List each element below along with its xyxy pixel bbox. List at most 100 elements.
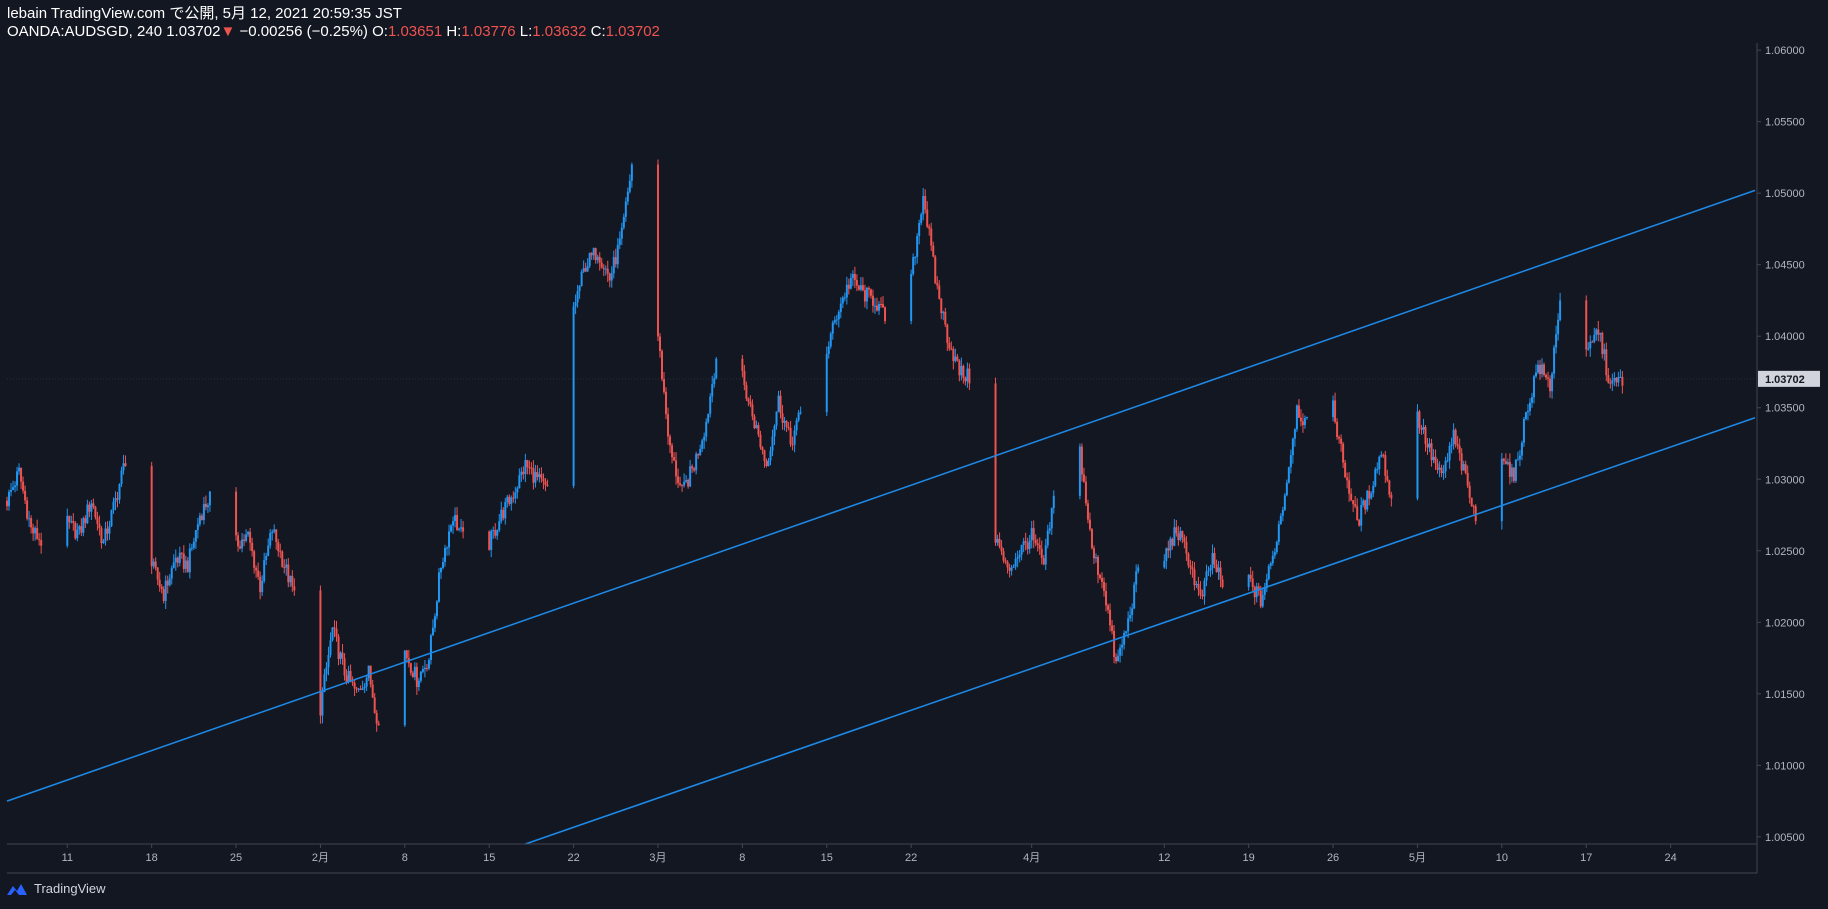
time-axis[interactable]: 11 18 25 2月 8 15 22 3月 8 15 22 4月 12 19 26 5月 10 17 24: [62, 844, 1677, 864]
candle-body: [1189, 565, 1192, 568]
candle-body: [1541, 364, 1544, 375]
candle-body: [745, 385, 748, 399]
candle-body: [1263, 588, 1266, 595]
candle-body: [98, 523, 101, 529]
candle-body: [1165, 548, 1168, 561]
y-tick-label: 1.05500: [1765, 117, 1805, 129]
candle-body: [831, 322, 834, 334]
candle-body: [325, 667, 328, 675]
candle-body: [1273, 552, 1276, 556]
candle-body: [833, 320, 836, 323]
candle-body: [713, 378, 716, 385]
candle-body: [1279, 515, 1282, 525]
candle-body: [1597, 329, 1600, 335]
candle-body: [624, 201, 627, 217]
candle-body: [70, 521, 73, 523]
candle-body: [1203, 580, 1206, 597]
candle-body: [849, 277, 852, 289]
candle-body: [498, 521, 501, 531]
candle-body: [269, 532, 272, 546]
price-axis[interactable]: 1.00500 1.01000 1.01500 1.02000 1.02500 1.030…: [1757, 45, 1820, 844]
candle-body: [1191, 567, 1194, 570]
candle-body: [1591, 341, 1594, 343]
candle-body: [612, 257, 615, 274]
candle-body: [331, 627, 334, 641]
candle-body: [1452, 429, 1455, 445]
candle-body: [576, 291, 579, 303]
candle-body: [1012, 566, 1015, 568]
y-tick-label: 1.00500: [1765, 832, 1805, 844]
candle-body: [865, 287, 868, 302]
candle-body: [369, 665, 372, 685]
candle-body: [423, 667, 426, 670]
candle-body: [1448, 446, 1451, 461]
candle-body: [779, 395, 782, 414]
symbol-label[interactable]: OANDA:AUDSGD, 240: [7, 23, 162, 40]
candle-body: [681, 484, 684, 486]
trend-channel[interactable]: [6, 189, 1756, 845]
candle-body: [916, 235, 919, 257]
candle-body: [170, 567, 173, 579]
candle-body: [405, 650, 408, 659]
candle-body: [1201, 594, 1204, 597]
candle-body: [1295, 405, 1298, 430]
candle-body: [162, 589, 165, 601]
candle-body: [186, 560, 189, 573]
candle-body: [1390, 494, 1393, 499]
candle-body: [855, 280, 858, 286]
upper-trend-line[interactable]: [6, 189, 1756, 802]
candle-body: [1557, 319, 1560, 335]
candle-body: [1036, 543, 1039, 545]
candle-body: [488, 531, 491, 550]
candle-body: [608, 273, 611, 281]
candle-body: [154, 561, 157, 568]
candle-body: [1559, 300, 1562, 320]
candle-body: [791, 444, 794, 446]
candle-body: [10, 490, 13, 492]
x-tick-label: 22: [905, 852, 917, 864]
candle-body: [329, 640, 332, 655]
candle-body: [1006, 561, 1009, 568]
candle-body: [522, 471, 525, 475]
candle-body: [78, 526, 81, 530]
candle-body: [492, 530, 495, 532]
candle-body: [1603, 349, 1606, 355]
candle-body: [966, 368, 969, 382]
candle-body: [357, 688, 360, 690]
candle-body: [765, 460, 768, 467]
candle-body: [785, 420, 788, 428]
candle-body: [90, 503, 93, 512]
candle-body: [452, 521, 455, 526]
candle-body: [938, 285, 941, 299]
candle-body: [928, 226, 931, 229]
candle-body: [1129, 615, 1132, 619]
candle-body: [1460, 453, 1463, 471]
candle-body: [741, 358, 744, 371]
lower-trend-line[interactable]: [525, 416, 1756, 845]
candle-body: [763, 450, 766, 461]
candle-body: [1026, 542, 1029, 550]
candle-body: [1336, 421, 1339, 438]
candle-body: [837, 312, 840, 320]
candle-body: [592, 248, 595, 256]
tradingview-footer[interactable]: TradingView: [6, 881, 106, 896]
candle-body: [663, 379, 666, 392]
candle-body: [327, 654, 330, 668]
candle-body: [409, 663, 412, 673]
y-tick-label: 1.03500: [1765, 403, 1805, 415]
candle-body: [1119, 647, 1122, 656]
candle-body: [994, 383, 997, 543]
candle-body: [683, 481, 686, 486]
candle-body: [253, 551, 256, 568]
candle-body: [1179, 531, 1182, 541]
price-chart[interactable]: 1.00500 1.01000 1.01500 1.02000 1.02500 1.030…: [0, 0, 1828, 909]
candle-body: [1082, 474, 1085, 482]
candle-body: [504, 501, 507, 519]
candle-body: [520, 471, 523, 476]
candle-body: [851, 273, 854, 278]
candle-body: [371, 684, 374, 698]
candle-body: [1301, 421, 1304, 426]
candle-body: [1599, 332, 1602, 335]
candle-body: [958, 360, 961, 376]
candle-body: [743, 370, 746, 386]
